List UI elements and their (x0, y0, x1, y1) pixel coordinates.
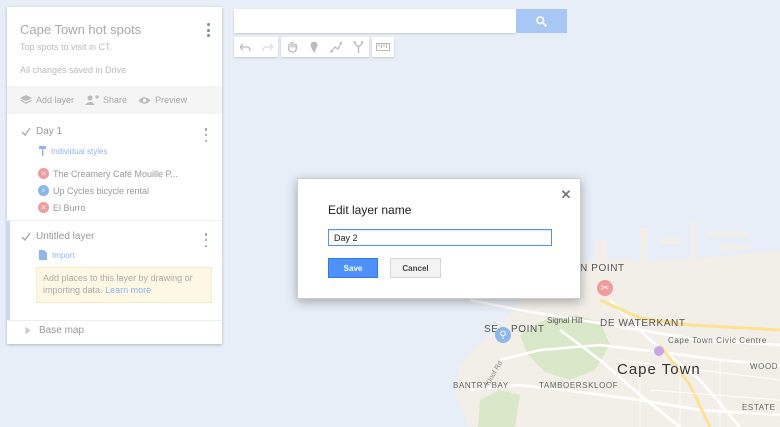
draw-line-icon (330, 41, 342, 53)
layer-untitled[interactable]: Untitled layer Import Add places to this… (7, 221, 222, 320)
map-label-sea-point-b: POINT (511, 324, 545, 335)
ruler-icon (376, 43, 390, 51)
search-icon (536, 15, 547, 27)
layer-day-1: Day 1 Individual styles ✕ The Creamery C… (7, 114, 222, 220)
panel-actions: Add layer Share Preview (7, 86, 222, 114)
layer-visibility-checkbox[interactable] (21, 127, 31, 137)
restaurant-icon: ✕ (38, 202, 49, 213)
undo-redo-group (234, 37, 278, 57)
add-marker-button[interactable] (303, 37, 325, 57)
layers-icon (20, 95, 32, 104)
layer-options-menu[interactable] (202, 233, 210, 247)
place-item[interactable]: ✕ The Creamery Café Mouille P... (38, 168, 178, 179)
map-label-point: N POINT (580, 263, 625, 274)
map-label-woodstock: WOOD (750, 362, 779, 371)
map-poi-marker[interactable] (654, 346, 664, 356)
map-label-tamboerskloof: TAMBOERSKLOOF (539, 381, 619, 390)
bicycle-icon: ⚲ (499, 329, 507, 341)
measure-button[interactable] (372, 37, 394, 57)
restaurant-icon: ✂ (600, 282, 610, 294)
checkmark-icon (21, 232, 31, 241)
layer-divider (7, 320, 222, 321)
layer-header: Day 1 (21, 126, 62, 137)
search-input[interactable] (234, 9, 516, 33)
map-label-cape-town: Cape Town (617, 361, 701, 378)
bicycle-icon: ♁ (38, 185, 49, 196)
redo-button[interactable] (256, 37, 278, 57)
preview-label: Preview (155, 95, 188, 105)
measure-group (372, 37, 394, 57)
map-label-de-waterkant: DE WATERKANT (600, 318, 686, 329)
dialog-title: Edit layer name (328, 203, 412, 217)
draw-line-button[interactable] (325, 37, 347, 57)
expand-triangle-icon (25, 326, 31, 335)
map-label-signal-hill: Signal Hill (547, 316, 583, 325)
save-button[interactable]: Save (328, 258, 378, 278)
add-layer-button[interactable]: Add layer (20, 95, 74, 105)
layers-panel: Cape Town hot spots Top spots to visit i… (7, 7, 222, 344)
layer-name[interactable]: Untitled layer (36, 231, 94, 242)
preview-button[interactable]: Preview (138, 95, 187, 105)
cancel-button[interactable]: Cancel (390, 258, 441, 278)
eye-icon (138, 96, 151, 104)
place-name: El Burro (53, 202, 86, 213)
directions-icon (353, 41, 363, 53)
select-pan-button[interactable] (281, 37, 303, 57)
hand-icon (287, 41, 297, 53)
directions-button[interactable] (347, 37, 369, 57)
map-label-bantry-bay: BANTRY BAY (453, 381, 509, 390)
undo-icon (239, 43, 251, 51)
base-map-label: Base map (39, 325, 85, 336)
redo-icon (261, 43, 273, 51)
restaurant-icon: ✕ (38, 168, 49, 179)
marker-icon (310, 41, 318, 53)
import-label: Import (52, 250, 75, 260)
checkmark-icon (21, 127, 31, 136)
map-description[interactable]: Top spots to visit in CT. (20, 42, 112, 52)
map-pin-bicycle[interactable]: ⚲ (495, 327, 511, 343)
close-icon[interactable]: ✕ (560, 188, 572, 201)
share-label: Share (103, 95, 128, 105)
import-link[interactable]: Import (39, 250, 75, 260)
layer-header: Untitled layer (21, 231, 94, 242)
empty-layer-hint: Add places to this layer by drawing or i… (36, 267, 212, 303)
undo-button[interactable] (234, 37, 256, 57)
layer-visibility-checkbox[interactable] (21, 232, 31, 242)
layer-name[interactable]: Day 1 (36, 126, 62, 137)
individual-styles-label: Individual styles (51, 146, 108, 156)
add-layer-label: Add layer (36, 95, 75, 105)
place-name: Up Cycles bicycle rental (53, 185, 150, 196)
add-person-icon (85, 95, 100, 105)
tools-group (281, 37, 369, 57)
save-status: All changes saved in Drive (20, 65, 127, 75)
layer-options-menu[interactable] (202, 128, 210, 142)
map-toolbar (234, 37, 394, 57)
map-label-estate: ESTATE (742, 403, 776, 412)
edit-layer-name-dialog: Edit layer name ✕ Save Cancel (297, 178, 581, 299)
map-label-civic-centre: Cape Town Civic Centre (668, 336, 767, 345)
layer-name-field[interactable] (328, 229, 552, 246)
paint-roller-icon (39, 146, 46, 156)
map-pin-restaurant[interactable]: ✂ (597, 280, 613, 296)
map-options-menu[interactable] (204, 21, 212, 39)
place-item[interactable]: ♁ Up Cycles bicycle rental (38, 185, 149, 196)
learn-more-link[interactable]: Learn more (105, 285, 151, 295)
place-name: The Creamery Café Mouille P... (53, 168, 178, 179)
place-item[interactable]: ✕ El Burro (38, 202, 86, 213)
map-title[interactable]: Cape Town hot spots (20, 22, 141, 37)
base-map-toggle[interactable]: Base map (24, 325, 84, 336)
search-button[interactable] (516, 9, 567, 33)
share-button[interactable]: Share (85, 95, 127, 105)
individual-styles-link[interactable]: Individual styles (39, 146, 107, 156)
file-icon (39, 250, 47, 260)
